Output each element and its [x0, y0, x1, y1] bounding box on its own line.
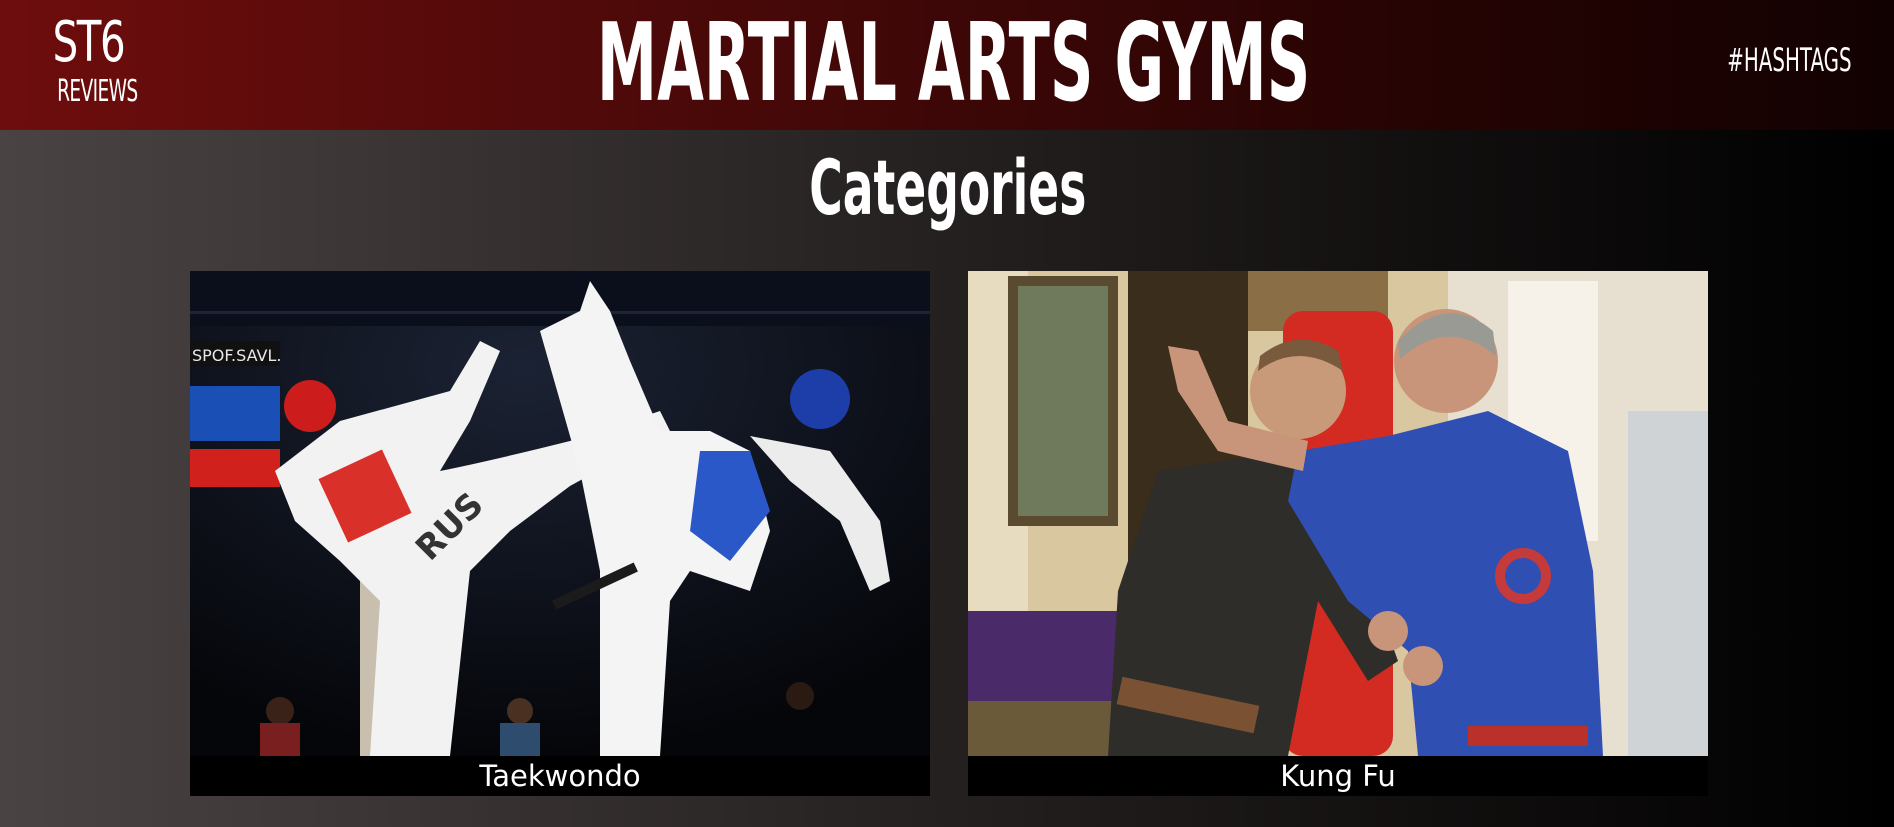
hashtags-link[interactable]: #HASHTAGS — [1728, 40, 1852, 80]
svg-text:SPOF.SAVL.: SPOF.SAVL. — [192, 346, 281, 365]
category-label-taekwondo: Taekwondo — [190, 756, 930, 796]
logo-sub-text: REVIEWS — [57, 74, 138, 109]
site-header: ST6 REVIEWS MARTIAL ARTS GYMS #HASHTAGS — [0, 0, 1894, 130]
category-label-kung-fu: Kung Fu — [968, 756, 1708, 796]
kung-fu-photo — [968, 271, 1708, 756]
taekwondo-photo: SPOF.SAVL. RUS — [190, 271, 930, 756]
category-card-taekwondo[interactable]: SPOF.SAVL. RUS Taekwondo — [190, 271, 930, 796]
category-card-kung-fu[interactable]: Kung Fu — [968, 271, 1708, 796]
site-logo[interactable]: ST6 REVIEWS — [40, 10, 139, 125]
site-title: MARTIAL ARTS GYMS — [596, 1, 1311, 126]
logo-main-text: ST6 — [52, 10, 126, 75]
categories-heading: Categories — [809, 143, 1087, 232]
